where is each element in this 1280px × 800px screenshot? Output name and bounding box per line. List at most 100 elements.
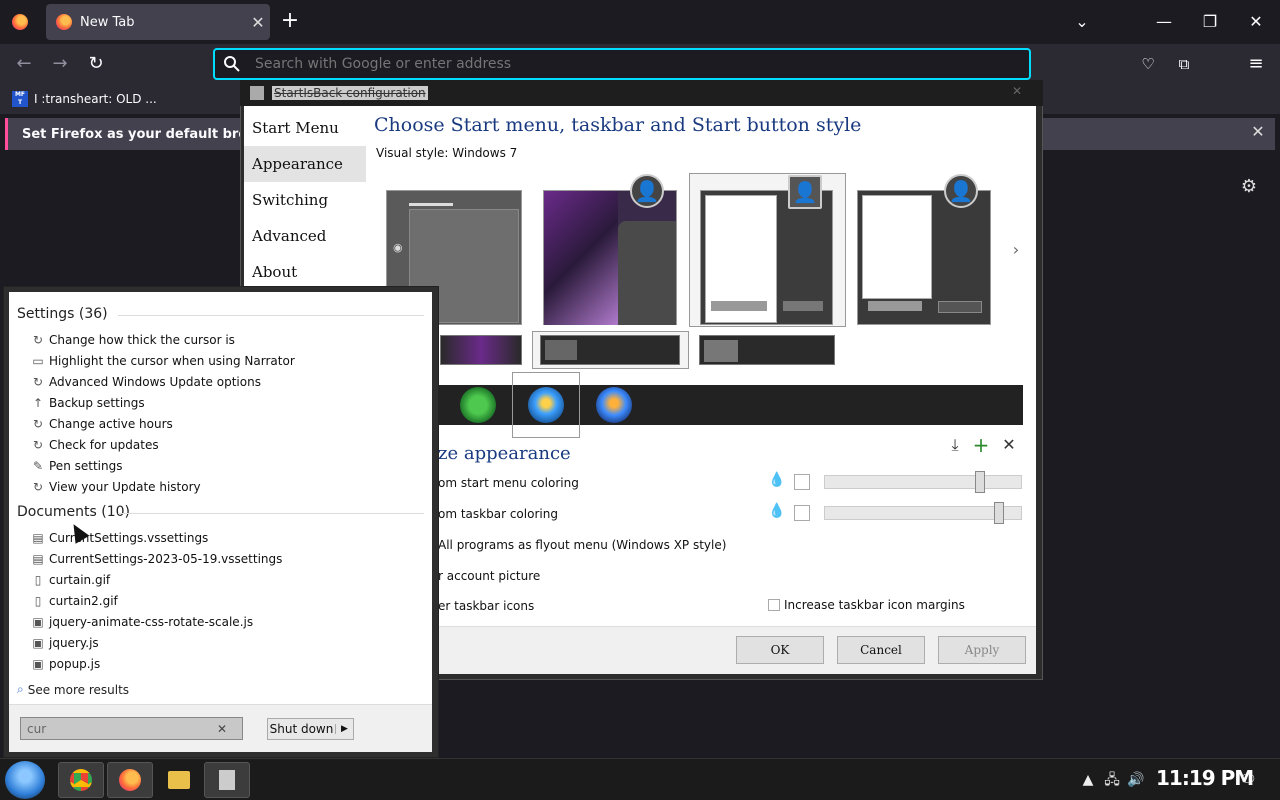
search-icon: ⌕ xyxy=(17,682,24,696)
script-file-icon: ▣ xyxy=(32,636,44,650)
avatar-icon: 👤 xyxy=(944,174,978,208)
style-thumbnail-windows7[interactable] xyxy=(700,190,833,325)
nav-about[interactable]: About xyxy=(244,254,366,290)
close-dialog-icon[interactable]: ✕ xyxy=(1006,84,1028,102)
start-orb-clover[interactable] xyxy=(460,387,496,423)
start-opacity-slider[interactable] xyxy=(824,475,1022,489)
taskbar-color-swatch[interactable] xyxy=(794,505,810,521)
taskbar-explorer[interactable] xyxy=(156,762,202,798)
taskbar-opacity-slider[interactable] xyxy=(824,506,1022,520)
option-icon-margins[interactable]: Increase taskbar icon margins xyxy=(768,598,965,612)
close-icon[interactable]: ✕ xyxy=(1000,436,1018,454)
taskbar-thumbnail-dark[interactable] xyxy=(699,335,835,365)
start-search-box[interactable]: ✕ xyxy=(20,717,243,740)
taskbar-thumbnail-image[interactable] xyxy=(440,335,522,365)
start-color-swatch[interactable] xyxy=(794,474,810,490)
list-item[interactable]: ▤ CurrentSettings.vssettings xyxy=(30,528,208,548)
style-thumbnail-dark[interactable] xyxy=(857,190,991,325)
volume-icon[interactable]: 🔊 xyxy=(1126,770,1146,790)
option-taskbar-icons[interactable]: er taskbar icons xyxy=(438,599,534,613)
list-item[interactable]: ↻ View your Update history xyxy=(30,477,201,497)
restore-icon[interactable]: ❐ xyxy=(1196,8,1224,36)
option-account-picture[interactable]: r account picture xyxy=(438,569,540,583)
nav-advanced[interactable]: Advanced xyxy=(244,218,366,254)
extensions-icon[interactable]: ⧉ xyxy=(1172,52,1196,76)
close-window-icon[interactable]: ✕ xyxy=(1242,8,1270,36)
script-file-icon: ▣ xyxy=(32,657,44,671)
list-item[interactable]: ▯ curtain2.gif xyxy=(30,591,118,611)
taskbar-startisback[interactable] xyxy=(204,762,250,798)
pocket-icon[interactable]: ♡ xyxy=(1136,52,1160,76)
gear-icon[interactable]: ⚙ xyxy=(1238,176,1260,198)
list-item[interactable]: ↻ Check for updates xyxy=(30,435,159,455)
start-search-input[interactable] xyxy=(27,721,217,736)
customize-heading: ze appearance xyxy=(438,443,571,464)
nav-start-menu[interactable]: Start Menu xyxy=(244,110,366,146)
taskbar-opacity-slider-thumb[interactable] xyxy=(994,502,1004,524)
reload-icon[interactable]: ↻ xyxy=(84,52,108,76)
list-item[interactable]: ▣ jquery-animate-css-rotate-scale.js xyxy=(30,612,253,632)
refresh-icon: ↻ xyxy=(32,417,44,431)
list-item[interactable]: ▯ curtain.gif xyxy=(30,570,110,590)
list-item[interactable]: ↑ Backup settings xyxy=(30,393,145,413)
vs-file-icon: ▤ xyxy=(32,552,44,566)
apply-button[interactable]: Apply xyxy=(938,636,1026,664)
list-item[interactable]: ▭ Highlight the cursor when using Narrato… xyxy=(30,351,294,371)
network-icon[interactable]: 🖧 xyxy=(1102,770,1122,790)
list-item[interactable]: ↻ Change how thick the cursor is xyxy=(30,330,235,350)
close-notification-icon[interactable]: ✕ xyxy=(1248,122,1268,144)
taskbar-chrome[interactable] xyxy=(58,762,104,798)
list-item[interactable]: ↻ Advanced Windows Update options xyxy=(30,372,261,392)
chrome-icon xyxy=(70,769,92,791)
drop-outline-icon: 💧 xyxy=(768,503,786,519)
back-icon[interactable]: ← xyxy=(12,52,36,76)
style-thumbnail-image[interactable] xyxy=(543,190,677,325)
minimize-icon[interactable]: — xyxy=(1150,8,1178,36)
start-button[interactable] xyxy=(5,761,45,799)
chevron-right-icon[interactable]: ▶ xyxy=(335,724,353,734)
taskbar-thumbnail-windows7[interactable] xyxy=(540,335,680,365)
chevron-up-icon[interactable]: ▲ xyxy=(1078,770,1098,790)
divider xyxy=(118,315,424,316)
folder-icon xyxy=(704,340,738,362)
menu-icon[interactable]: ≡ xyxy=(1244,52,1268,76)
ok-button[interactable]: OK xyxy=(736,636,824,664)
option-flyout-menu[interactable]: All programs as flyout menu (Windows XP … xyxy=(438,538,726,552)
start-opacity-slider-thumb[interactable] xyxy=(975,471,985,493)
chevron-right-icon[interactable]: › xyxy=(1008,240,1024,260)
download-icon[interactable]: ⤓ xyxy=(946,436,964,454)
new-tab-button[interactable]: + xyxy=(278,8,302,36)
divider xyxy=(118,513,424,514)
list-item[interactable]: ▣ popup.js xyxy=(30,654,100,674)
url-input[interactable] xyxy=(255,56,955,72)
tab-new-tab[interactable]: New Tab ✕ xyxy=(46,4,270,40)
list-item[interactable]: ✎ Pen settings xyxy=(30,456,123,476)
vs-file-icon: ▤ xyxy=(32,531,44,545)
pen-icon: ✎ xyxy=(32,459,44,473)
list-item[interactable]: ▤ CurrentSettings-2023-05-19.vssettings xyxy=(30,549,282,569)
shutdown-button[interactable]: Shut down ▶ xyxy=(267,718,354,740)
nav-switching[interactable]: Switching xyxy=(244,182,366,218)
option-taskbar-coloring[interactable]: om taskbar coloring xyxy=(438,507,558,521)
cancel-button[interactable]: Cancel xyxy=(837,636,925,664)
firefox-icon[interactable] xyxy=(12,14,28,30)
start-orb-vista[interactable] xyxy=(596,387,632,423)
folder-icon xyxy=(168,771,190,789)
start-orb-windows7[interactable] xyxy=(528,387,564,423)
add-icon[interactable]: + xyxy=(972,435,990,455)
option-start-menu-coloring[interactable]: om start menu coloring xyxy=(438,476,579,490)
close-tab-icon[interactable]: ✕ xyxy=(246,13,270,32)
taskbar-firefox[interactable] xyxy=(107,762,153,798)
forward-icon[interactable]: → xyxy=(48,52,72,76)
see-more-results-link[interactable]: ⌕ See more results xyxy=(17,682,129,697)
list-item[interactable]: ↻ Change active hours xyxy=(30,414,173,434)
list-item[interactable]: ▣ jquery.js xyxy=(30,633,98,653)
clear-search-icon[interactable]: ✕ xyxy=(217,722,227,736)
notifications-icon[interactable]: 🗨 xyxy=(1238,770,1258,790)
app-icon xyxy=(250,86,264,100)
margins-checkbox[interactable] xyxy=(768,599,780,611)
bookmark-item[interactable]: MF T I :transheart: OLD ... xyxy=(12,88,157,110)
url-bar[interactable] xyxy=(213,48,1031,80)
nav-appearance[interactable]: Appearance xyxy=(244,146,366,182)
list-tabs-icon[interactable]: ⌄ xyxy=(1068,8,1096,36)
